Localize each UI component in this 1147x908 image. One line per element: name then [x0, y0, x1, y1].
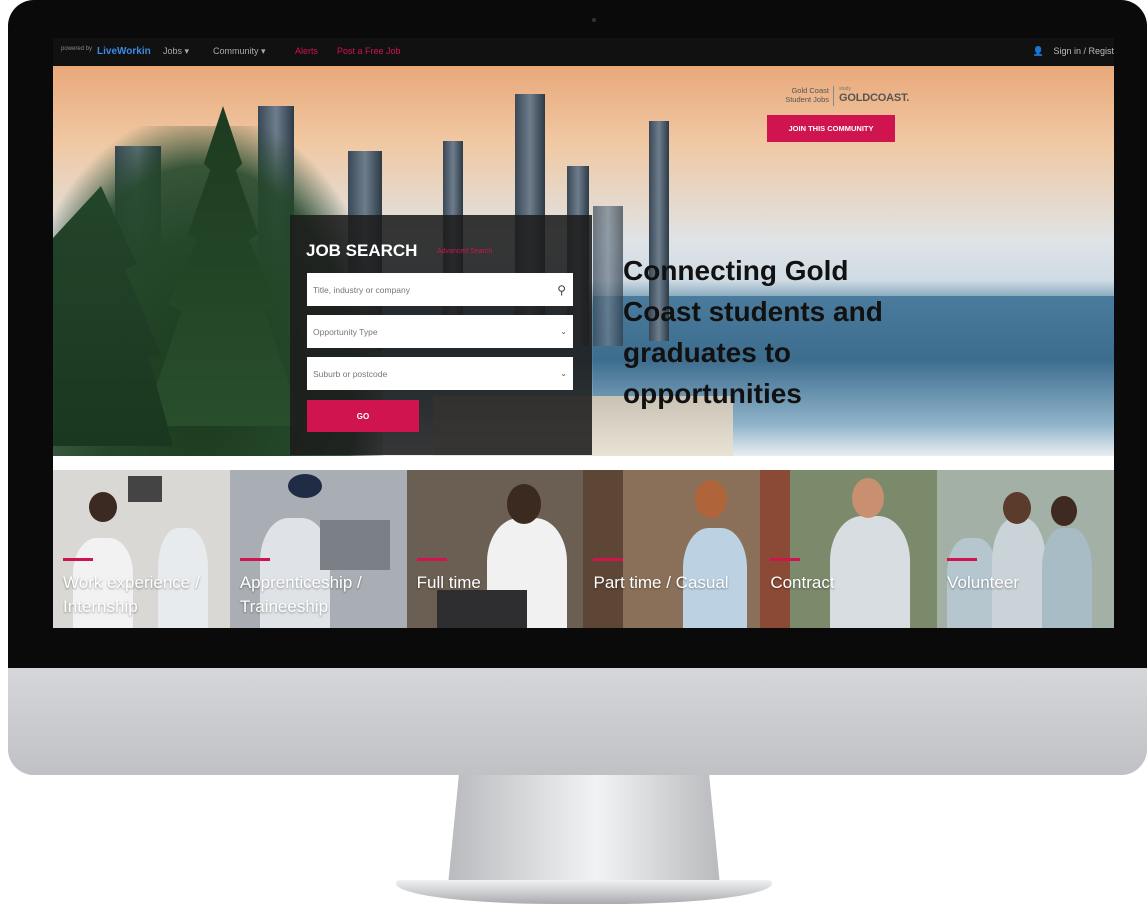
category-accent-bar	[239, 558, 270, 561]
location-placeholder: Suburb or postcode	[313, 368, 388, 379]
skyscraper-image	[593, 206, 623, 346]
microscope-screen-image	[128, 476, 162, 502]
search-icon[interactable]: ⚲	[557, 283, 566, 297]
monitor-chin	[8, 668, 1147, 775]
category-tile-part-time[interactable]: Part time / Casual	[583, 470, 761, 628]
category-tile-full-time[interactable]: Full time	[406, 470, 584, 628]
category-label: Part time / Casual	[593, 573, 729, 592]
person-image	[1003, 492, 1032, 524]
camera-dot	[592, 18, 596, 22]
person-image	[1042, 528, 1093, 628]
category-accent-bar	[770, 558, 801, 561]
category-label: Volunteer	[947, 573, 1019, 592]
category-tile-apprenticeship[interactable]: Apprenticeship / Traineeship	[229, 470, 407, 628]
screen: powered by LiveWorkin Jobs ▾ Community ▾…	[53, 38, 1114, 628]
cap-image	[287, 474, 322, 498]
person-image	[1051, 496, 1078, 526]
location-select[interactable]: Suburb or postcode ⌄	[307, 357, 573, 390]
category-accent-bar	[63, 558, 93, 561]
category-label: Work experience / Internship	[63, 573, 200, 616]
job-search-title: JOB SEARCH	[306, 241, 418, 260]
category-accent-bar	[416, 558, 447, 561]
hero-tagline: Connecting Gold Coast students and gradu…	[623, 255, 883, 409]
category-tiles: Work experience / Internship Apprentices…	[53, 470, 1114, 628]
category-tile-volunteer[interactable]: Volunteer	[937, 470, 1114, 628]
hero-banner: Gold Coast Student Jobs study GOLDCOAST.…	[53, 66, 1114, 456]
brand-logo[interactable]: LiveWorkin	[97, 46, 151, 57]
chevron-down-icon: ⌄	[560, 369, 567, 378]
keyword-placeholder: Title, industry or company	[313, 284, 410, 295]
opportunity-type-select[interactable]: Opportunity Type ⌄	[307, 315, 573, 348]
chevron-down-icon: ⌄	[560, 327, 567, 336]
user-icon[interactable]: 👤	[1033, 46, 1044, 57]
go-button[interactable]: GO	[307, 400, 419, 432]
person-image	[506, 484, 541, 524]
category-tile-work-experience[interactable]: Work experience / Internship	[53, 470, 230, 628]
machine-image	[319, 520, 390, 570]
category-label: Full time	[416, 573, 481, 592]
logo-divider	[833, 86, 834, 106]
monitor-base	[396, 880, 772, 904]
person-image	[695, 480, 728, 518]
category-accent-bar	[947, 558, 978, 561]
nav-post-free-job[interactable]: Post a Free Job	[337, 46, 401, 56]
nav-jobs[interactable]: Jobs ▾	[163, 46, 189, 57]
cafe-image	[583, 470, 624, 628]
advanced-search-link[interactable]: Advanced Search	[437, 248, 492, 255]
top-navigation-bar: powered by LiveWorkin Jobs ▾ Community ▾…	[53, 38, 1114, 66]
community-logo-right: GOLDCOAST.	[839, 92, 910, 104]
keyword-search-input[interactable]: Title, industry or company ⚲	[307, 273, 573, 306]
person-image	[89, 492, 117, 522]
person-image	[852, 478, 885, 518]
sign-in-link[interactable]: Sign in / Regist	[1053, 46, 1114, 56]
brick-pillar-image	[760, 470, 791, 628]
person-image	[830, 516, 911, 628]
category-accent-bar	[593, 558, 624, 561]
powered-by-text: powered by	[61, 46, 93, 52]
laptop-image	[436, 590, 527, 628]
nav-community[interactable]: Community ▾	[213, 46, 266, 57]
category-label: Apprenticeship / Traineeship	[239, 573, 362, 616]
opportunity-type-placeholder: Opportunity Type	[313, 326, 378, 337]
job-search-panel: JOB SEARCH Advanced Search Title, indust…	[290, 215, 592, 455]
monitor-stand	[448, 775, 720, 885]
community-logo: Gold Coast Student Jobs study GOLDCOAST.	[769, 84, 909, 114]
category-tile-contract[interactable]: Contract	[760, 470, 938, 628]
join-community-button[interactable]: JOIN THIS COMMUNITY	[767, 115, 895, 142]
category-label: Contract	[770, 573, 835, 592]
nav-alerts[interactable]: Alerts	[295, 46, 318, 56]
community-logo-left: Gold Coast Student Jobs	[785, 86, 829, 104]
